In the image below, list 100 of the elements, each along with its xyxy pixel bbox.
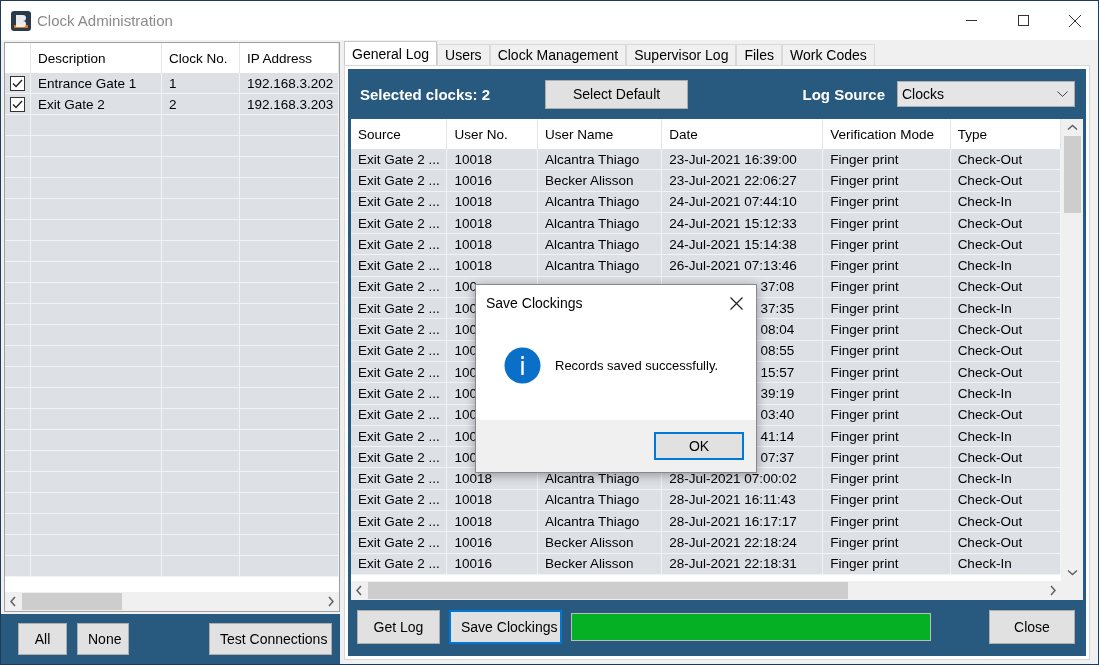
table-cell: Alcantra Thiago — [544, 215, 640, 231]
tab[interactable]: Users — [437, 44, 490, 65]
table-cell: Alcantra Thiago — [544, 194, 640, 210]
table-cell: 10016 — [454, 556, 492, 572]
table-cell: Check-In — [957, 556, 1012, 572]
close-icon[interactable] — [729, 296, 743, 310]
table-cell: Exit Gate 2 — [31, 94, 162, 114]
table-cell: Check-Out — [957, 364, 1023, 380]
table-cell: 10016 — [454, 535, 492, 550]
table-cell: Alcantra Thiago — [544, 258, 640, 274]
checkbox[interactable] — [10, 96, 25, 112]
table-cell: Check-In — [957, 385, 1012, 401]
table-cell: 28-Jul-2021 16:11:43 — [669, 492, 796, 508]
table-cell: Finger print — [830, 258, 899, 274]
none-button[interactable]: None — [77, 623, 129, 655]
test-connections-button[interactable]: Test Connections — [209, 623, 332, 655]
get-log-button[interactable]: Get Log — [357, 610, 440, 644]
log-source-dropdown[interactable]: Clocks — [897, 81, 1075, 107]
table-cell: Exit Gate 2 ... — [358, 492, 440, 508]
scrollbar-thumb[interactable] — [1063, 136, 1081, 213]
table-cell: Finger print — [830, 194, 899, 210]
table-cell: Becker Alisson — [544, 172, 634, 188]
dialog-message: Records saved successfully. — [555, 358, 719, 373]
tab[interactable]: Files — [736, 44, 782, 65]
table-cell: Exit Gate 2 ... — [358, 449, 440, 465]
table-cell: Exit Gate 2 ... — [358, 279, 440, 295]
table-cell: Finger print — [830, 471, 899, 487]
table-cell: Check-Out — [957, 215, 1023, 231]
tab[interactable]: Clock Management — [489, 44, 627, 65]
table-cell: 28-Jul-2021 16:17:17 — [669, 513, 797, 529]
table-cell: 28-Jul-2021 22:18:31 — [669, 556, 797, 572]
table-cell: Finger print — [830, 151, 899, 167]
table-cell: Finger print — [830, 215, 899, 231]
table-cell: 24-Jul-2021 15:14:38 — [669, 236, 797, 252]
table-cell: Finger print — [830, 492, 899, 508]
dialog-title: Save Clockings — [486, 295, 583, 311]
table-cell: Exit Gate 2 ... — [358, 322, 440, 337]
table-cell: Check-Out — [957, 492, 1023, 508]
chevron-down-icon — [1057, 90, 1068, 98]
table-cell: 2 — [162, 94, 240, 114]
table-cell: Alcantra Thiago — [544, 151, 640, 167]
minimize-icon[interactable] — [965, 19, 977, 22]
select-default-button[interactable]: Select Default — [545, 79, 689, 109]
table-cell: 07:37 — [760, 449, 795, 465]
table-cell: 10018 — [454, 151, 492, 167]
table-cell: Becker Alisson — [544, 556, 634, 572]
table-cell: Check-Out — [957, 151, 1023, 167]
table-cell: 10018 — [454, 215, 492, 231]
table-cell: Exit Gate 2 ... — [358, 151, 440, 167]
table-cell: Check-Out — [957, 236, 1023, 252]
table-cell: 41:14 — [760, 428, 795, 444]
table-cell: Finger print — [830, 236, 899, 252]
table-cell: 39:19 — [760, 385, 795, 401]
tab[interactable]: Work Codes — [782, 44, 875, 65]
table-cell: Exit Gate 2 ... — [358, 194, 440, 210]
window-title: Clock Administration — [37, 12, 173, 29]
all-button[interactable]: All — [18, 623, 67, 655]
ok-button[interactable]: OK — [654, 432, 744, 460]
table-cell: Check-Out — [957, 407, 1023, 423]
table-cell: Check-Out — [957, 343, 1023, 359]
table-cell: Finger print — [830, 513, 899, 529]
table-cell: 15:57 — [760, 364, 795, 380]
close-button[interactable]: Close — [989, 610, 1075, 644]
app-logo-icon — [11, 10, 31, 31]
scrollbar-thumb[interactable] — [22, 593, 122, 610]
table-cell: Finger print — [830, 449, 899, 465]
table-cell: 08:04 — [760, 322, 795, 337]
table-cell: Exit Gate 2 ... — [358, 535, 440, 550]
table-cell: 28-Jul-2021 22:18:24 — [669, 535, 797, 550]
table-cell: Finger print — [830, 343, 899, 359]
table-cell: 03:40 — [760, 407, 795, 423]
table-cell: 10018 — [454, 492, 492, 508]
table-cell: Finger print — [830, 364, 899, 380]
table-cell: Exit Gate 2 ... — [358, 258, 440, 274]
checkbox[interactable] — [10, 75, 25, 91]
scrollbar-thumb[interactable] — [368, 582, 848, 599]
table-cell: 10016 — [454, 172, 492, 188]
table-cell: Exit Gate 2 ... — [358, 471, 440, 487]
table-cell: Finger print — [830, 279, 899, 295]
table-cell: 23-Jul-2021 22:06:27 — [669, 172, 797, 188]
table-cell: Check-Out — [957, 513, 1023, 529]
table-cell: Exit Gate 2 ... — [358, 215, 440, 231]
table-cell: Alcantra Thiago — [544, 236, 640, 252]
table-cell: 1 — [162, 73, 240, 93]
table-cell: Exit Gate 2 ... — [358, 556, 440, 572]
table-cell: 08:55 — [760, 343, 795, 359]
close-icon[interactable] — [1069, 14, 1081, 27]
table-cell: Check-In — [957, 258, 1012, 274]
maximize-icon[interactable] — [1017, 15, 1029, 26]
table-cell: Exit Gate 2 ... — [358, 407, 440, 423]
log-source-label: Log Source — [802, 85, 885, 103]
table-cell: Alcantra Thiago — [544, 492, 640, 508]
table-cell: Alcantra Thiago — [544, 471, 640, 487]
table-cell: 10018 — [454, 194, 492, 210]
table-cell: 28-Jul-2021 07:00:02 — [669, 471, 797, 487]
tab[interactable]: Supervisor Log — [626, 44, 737, 65]
save-clockings-button[interactable]: Save Clockings — [449, 610, 562, 644]
table-cell: 10018 — [454, 471, 492, 487]
tab[interactable]: General Log — [344, 41, 438, 65]
table-cell: Finger print — [830, 428, 899, 444]
